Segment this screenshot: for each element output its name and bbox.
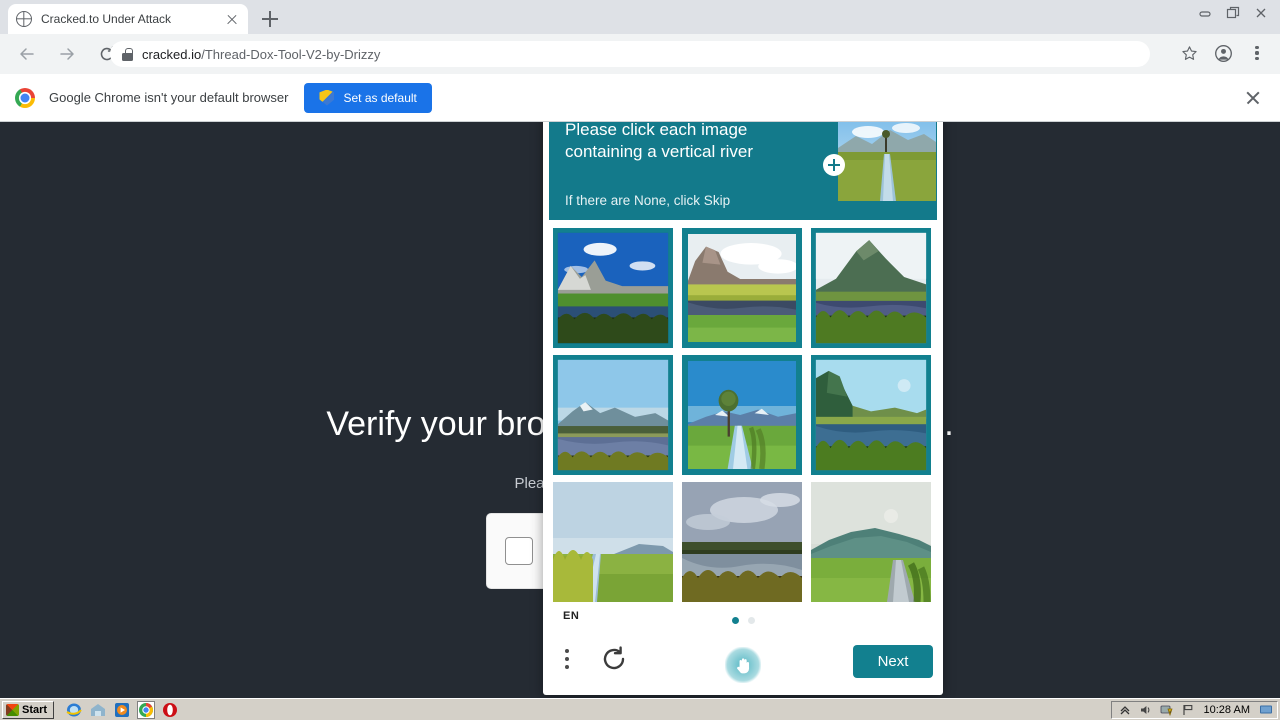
captcha-tile-4[interactable] [553,355,673,475]
captcha-tile-1[interactable] [553,228,673,348]
tile-image-3 [815,232,927,344]
captcha-tile-3[interactable] [811,228,931,348]
infobar-close-icon[interactable] [1244,89,1262,107]
captcha-tile-7[interactable] [553,482,673,602]
tab-title: Cracked.to Under Attack [41,12,172,26]
hcaptcha-example-image [838,122,936,201]
browser-tab[interactable]: Cracked.to Under Attack [8,4,248,34]
page-dot-1[interactable] [731,617,739,624]
window-controls [1192,2,1274,24]
network-warning-icon[interactable] [1160,703,1174,717]
infobar-message: Google Chrome isn't your default browser [49,90,289,105]
browser-toolbar: cracked.io/Thread-Dox-Tool-V2-by-Drizzy [0,34,1280,74]
captcha-tile-5[interactable] [682,355,802,475]
system-tray: 10:28 AM [1110,701,1278,719]
refresh-icon[interactable] [600,645,628,678]
star-icon[interactable] [1174,38,1204,68]
media-player-icon[interactable] [114,702,130,718]
globe-icon [16,11,32,27]
page-indicator [543,617,943,624]
show-desktop-icon[interactable] [90,702,106,718]
kebab-menu-icon[interactable] [565,649,569,669]
browser-title-bar: Cracked.to Under Attack [0,0,1280,34]
display-icon[interactable] [1259,703,1273,717]
three-dot-menu-icon[interactable] [1242,38,1272,68]
tile-image-7 [553,482,673,602]
hcaptcha-footer: EN Next [543,607,943,695]
tile-image-8 [682,482,802,602]
next-button[interactable]: Next [853,645,933,678]
show-hidden-icons[interactable] [1118,703,1132,717]
tab-close-icon[interactable] [224,11,240,27]
default-browser-infobar: Google Chrome isn't your default browser… [0,74,1280,122]
tile-image-6 [815,359,927,471]
restore-button[interactable] [1220,2,1246,24]
forward-button[interactable] [50,37,84,71]
tile-image-5 [688,361,796,469]
profile-avatar-icon[interactable] [1208,38,1238,68]
start-label: Start [22,703,48,716]
page-viewport: Verify your browser to access Cracked.to… [0,122,1280,698]
set-as-default-label: Set as default [343,90,417,105]
captcha-tile-8[interactable] [682,482,802,602]
expand-example-plus-icon[interactable] [823,154,845,176]
screen: Cracked.to Under Attack cracked.io/Threa… [0,0,1280,720]
url-domain: cracked.io [142,46,202,62]
address-bar-url: cracked.io/Thread-Dox-Tool-V2-by-Drizzy [142,47,380,62]
toolbar-right-icons [1174,38,1272,68]
page-dot-2[interactable] [747,617,755,624]
internet-explorer-icon[interactable] [66,702,82,718]
hcaptcha-header: Please click each image containing a ver… [549,122,937,220]
flag-icon[interactable] [1181,703,1195,717]
taskbar-clock: 10:28 AM [1203,704,1250,716]
windows-flag-icon [6,703,19,716]
google-chrome-icon[interactable] [137,700,156,719]
start-button[interactable]: Start [2,700,55,719]
windows-taskbar: Start 10:28 AM [0,698,1280,720]
set-as-default-button[interactable]: Set as default [304,82,432,113]
minimize-button[interactable] [1192,2,1218,24]
captcha-tile-9[interactable] [811,482,931,602]
hand-accessibility-icon[interactable] [725,647,761,683]
back-button[interactable] [10,37,44,71]
tile-image-2 [688,234,796,342]
hcaptcha-prompt: Please click each image containing a ver… [565,122,754,162]
captcha-tile-2[interactable] [682,228,802,348]
quick-launch-bar [66,700,178,719]
tile-image-9 [811,482,931,602]
chrome-logo-icon [15,87,35,108]
opera-icon[interactable] [162,702,178,718]
tile-image-1 [557,232,669,344]
hcaptcha-image-grid [553,228,933,602]
url-path: /Thread-Dox-Tool-V2-by-Drizzy [201,46,381,62]
tile-image-4 [557,359,669,471]
hcaptcha-challenge-panel: Please click each image containing a ver… [543,122,943,695]
captcha-tile-6[interactable] [811,355,931,475]
captcha-checkbox[interactable] [505,537,533,565]
hcaptcha-subprompt: If there are None, click Skip [565,193,731,208]
close-button[interactable] [1248,2,1274,24]
lock-icon [122,47,133,61]
volume-icon[interactable] [1139,703,1153,717]
address-bar[interactable]: cracked.io/Thread-Dox-Tool-V2-by-Drizzy [110,41,1150,67]
new-tab-button[interactable] [258,7,282,31]
shield-icon [319,89,335,106]
